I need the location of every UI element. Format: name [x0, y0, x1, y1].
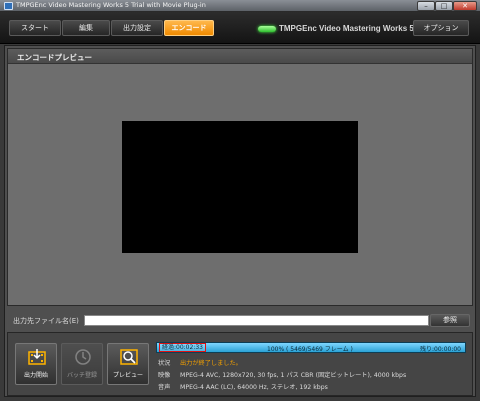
minimize-button[interactable]: – [417, 1, 435, 11]
encode-preview-panel: エンコードプレビュー [7, 48, 473, 306]
status-key: 状況 [158, 360, 171, 367]
encode-progress-bar: 経過:00:02:33 100% ( 5469/5469 フレーム ) 残り:0… [156, 342, 466, 353]
status-line: 状況 出力が終了しました。 [158, 358, 242, 367]
tab-start[interactable]: スタート [9, 20, 61, 36]
status-value: 出力が終了しました。 [180, 360, 242, 367]
maximize-button[interactable]: □ [435, 1, 453, 11]
encode-start-button[interactable]: 出力開始 [15, 343, 57, 385]
output-file-label: 出力先ファイル名(E) [13, 317, 79, 325]
magnifier-film-icon [120, 349, 138, 365]
encode-control-panel: 出力開始 バッチ登録 プレビュー 経過:00:02:33 100% ( 5469… [7, 332, 473, 396]
title-bar: TMPGEnc Video Mastering Works 5 Trial wi… [0, 0, 480, 12]
brand-name: TMPGEnc Video Mastering Works 5 [279, 24, 414, 33]
audio-key: 音声 [158, 384, 171, 391]
video-value: MPEG-4 AVC, 1280x720, 30 fps, 1 パス CBR (… [180, 372, 407, 379]
video-key: 映像 [158, 372, 171, 379]
options-button[interactable]: オプション [413, 20, 469, 36]
output-file-input[interactable] [84, 315, 429, 326]
elapsed-time: 経過:00:02:33 [159, 343, 206, 352]
progress-frames: 100% ( 5469/5469 フレーム ) [267, 346, 353, 353]
status-led-icon [258, 25, 276, 32]
audio-info-line: 音声 MPEG-4 AAC (LC), 64000 Hz, ステレオ, 192 k… [158, 382, 328, 391]
tab-edit[interactable]: 編集 [62, 20, 110, 36]
preview-label: プレビュー [112, 372, 143, 379]
video-preview [122, 121, 358, 253]
remaining-time: 残り:00:00:00 [420, 346, 461, 353]
preview-header: エンコードプレビュー [8, 49, 472, 64]
brand-logo: TMPGEnc Video Mastering Works 5 [258, 24, 414, 33]
preview-button[interactable]: プレビュー [107, 343, 149, 385]
output-file-row: 出力先ファイル名(E) 参照 [7, 313, 473, 329]
app-icon [4, 2, 13, 10]
video-info-line: 映像 MPEG-4 AVC, 1280x720, 30 fps, 1 パス CBR… [158, 370, 406, 379]
window-title: TMPGEnc Video Mastering Works 5 Trial wi… [16, 1, 206, 9]
close-button[interactable]: ✕ [453, 1, 477, 11]
audio-value: MPEG-4 AAC (LC), 64000 Hz, ステレオ, 192 kbp… [180, 384, 328, 391]
browse-button[interactable]: 参照 [430, 314, 470, 327]
tab-output-settings[interactable]: 出力設定 [111, 20, 163, 36]
tab-encode[interactable]: エンコード [164, 20, 214, 36]
film-export-icon [28, 349, 46, 365]
preview-title: エンコードプレビュー [17, 53, 92, 62]
batch-register-label: バッチ登録 [66, 372, 97, 379]
batch-register-button[interactable]: バッチ登録 [61, 343, 103, 385]
clock-icon [75, 349, 91, 365]
nav-bar: スタート 編集 出力設定 エンコード TMPGEnc Video Masteri… [0, 12, 480, 44]
encode-start-label: 出力開始 [23, 372, 48, 379]
